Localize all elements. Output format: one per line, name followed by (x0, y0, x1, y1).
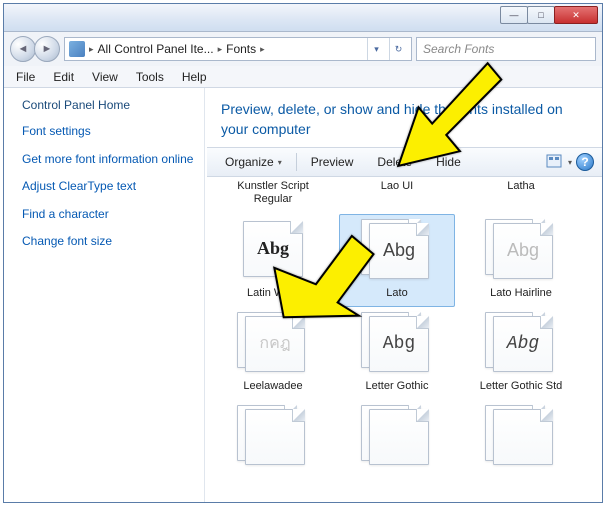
dropdown-icon: ▾ (278, 158, 282, 167)
sidebar-title[interactable]: Control Panel Home (22, 98, 196, 112)
content-area: Control Panel Home Font settings Get mor… (4, 88, 602, 502)
font-sample: Abg (257, 238, 289, 259)
font-thumb: Abg (361, 219, 433, 283)
font-thumb: Abg (485, 219, 557, 283)
minimize-button[interactable]: — (500, 6, 528, 24)
font-label: Lato (342, 287, 452, 300)
breadcrumb-1[interactable]: All Control Panel Ite... (98, 42, 214, 56)
menu-view[interactable]: View (84, 68, 126, 86)
font-item-leelawadee[interactable]: กคฎ Leelawadee (215, 307, 331, 400)
font-thumb: Abg (237, 219, 309, 283)
font-label: Letter Gothic Std (466, 380, 576, 393)
delete-button[interactable]: Delete (367, 152, 422, 172)
font-item-latin-wide[interactable]: Abg Latin Wide (215, 214, 331, 307)
font-sample: Abg (507, 240, 539, 261)
hide-button[interactable]: Hide (426, 152, 471, 172)
font-sample: Abg (383, 334, 415, 354)
organize-label: Organize (225, 155, 274, 169)
font-label: Lao UI (342, 180, 452, 193)
font-thumb (485, 405, 557, 469)
font-item-latha[interactable]: Latha (463, 179, 579, 213)
font-item-partial[interactable] (463, 400, 579, 476)
address-bar[interactable]: ▸ All Control Panel Ite... ▸ Fonts ▸ ▾ ↻ (64, 37, 412, 61)
maximize-button[interactable]: □ (527, 6, 555, 24)
font-thumb (237, 405, 309, 469)
view-dropdown-icon[interactable]: ▾ (568, 158, 572, 167)
font-label: Kunstler Script Regular (218, 180, 328, 206)
breadcrumb-2[interactable]: Fonts (226, 42, 256, 56)
nav-bar: ◄ ► ▸ All Control Panel Ite... ▸ Fonts ▸… (4, 32, 602, 66)
menu-help[interactable]: Help (174, 68, 215, 86)
titlebar: — □ ✕ (4, 4, 602, 32)
forward-button[interactable]: ► (34, 36, 60, 62)
font-row: Kunstler Script Regular Lao UI Latha (215, 179, 594, 213)
sidebar-link-more-info[interactable]: Get more font information online (22, 152, 196, 168)
font-label: Letter Gothic (342, 380, 452, 393)
font-thumb (361, 405, 433, 469)
close-button[interactable]: ✕ (554, 6, 598, 24)
font-label: Lato Hairline (466, 287, 576, 300)
sidebar-link-find-char[interactable]: Find a character (22, 207, 196, 223)
font-label: Latin Wide (218, 287, 328, 300)
breadcrumb-sep: ▸ (260, 44, 265, 55)
font-item-partial[interactable] (339, 400, 455, 476)
font-grid: Kunstler Script Regular Lao UI Latha Abg… (207, 177, 602, 502)
font-folder-icon (69, 41, 85, 57)
sidebar-link-cleartype[interactable]: Adjust ClearType text (22, 179, 196, 195)
font-item-lato-hairline[interactable]: Abg Lato Hairline (463, 214, 579, 307)
font-row: Abg Latin Wide Abg Lato Abg (215, 214, 594, 307)
font-sample: กคฎ (259, 331, 290, 356)
font-thumb: Abg (485, 312, 557, 376)
font-item-partial[interactable] (215, 400, 331, 476)
breadcrumb-sep: ▸ (218, 44, 223, 55)
font-row: กคฎ Leelawadee Abg Letter Gothic (215, 307, 594, 400)
window-controls: — □ ✕ (501, 6, 598, 24)
menu-file[interactable]: File (8, 68, 43, 86)
back-button[interactable]: ◄ (10, 36, 36, 62)
font-label: Latha (466, 180, 576, 193)
menu-tools[interactable]: Tools (128, 68, 172, 86)
font-item-kunstler[interactable]: Kunstler Script Regular (215, 179, 331, 213)
refresh-button[interactable]: ↻ (389, 38, 407, 60)
font-label: Leelawadee (218, 380, 328, 393)
sidebar: Control Panel Home Font settings Get mor… (4, 88, 204, 502)
toolbar: Organize ▾ Preview Delete Hide ▾ ? (207, 147, 602, 177)
font-sample: Abg (507, 334, 539, 354)
menu-edit[interactable]: Edit (45, 68, 82, 86)
view-options-button[interactable] (546, 154, 564, 170)
font-item-letter-gothic-std[interactable]: Abg Letter Gothic Std (463, 307, 579, 400)
menu-bar: File Edit View Tools Help (4, 66, 602, 88)
nav-back-forward: ◄ ► (10, 36, 60, 62)
font-item-lao-ui[interactable]: Lao UI (339, 179, 455, 213)
help-button[interactable]: ? (576, 153, 594, 171)
font-item-letter-gothic[interactable]: Abg Letter Gothic (339, 307, 455, 400)
search-input[interactable]: Search Fonts (416, 37, 596, 61)
preview-button[interactable]: Preview (301, 152, 364, 172)
font-thumb: กคฎ (237, 312, 309, 376)
separator (296, 153, 297, 171)
font-row (215, 400, 594, 476)
breadcrumb-sep: ▸ (89, 44, 94, 55)
font-item-lato[interactable]: Abg Lato (339, 214, 455, 307)
address-dropdown-button[interactable]: ▾ (367, 38, 385, 60)
sidebar-link-font-size[interactable]: Change font size (22, 234, 196, 250)
window-frame: — □ ✕ ◄ ► ▸ All Control Panel Ite... ▸ F… (3, 3, 603, 503)
font-sample: Abg (383, 240, 415, 261)
organize-button[interactable]: Organize ▾ (215, 152, 292, 172)
main-heading: Preview, delete, or show and hide the fo… (207, 88, 602, 147)
font-thumb: Abg (361, 312, 433, 376)
main-pane: Preview, delete, or show and hide the fo… (204, 88, 602, 502)
sidebar-link-font-settings[interactable]: Font settings (22, 124, 196, 140)
